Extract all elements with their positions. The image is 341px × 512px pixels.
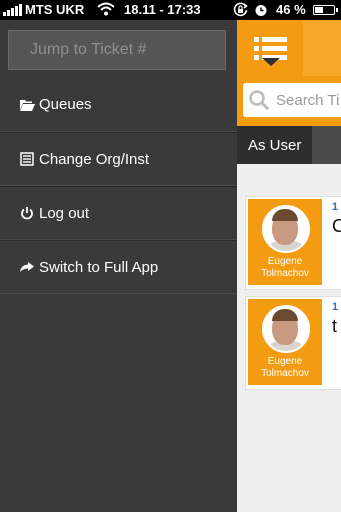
ticket-number: 1 xyxy=(332,301,339,313)
wifi-icon xyxy=(97,2,115,16)
search-placeholder: Search Ti xyxy=(276,92,340,109)
search-icon xyxy=(249,90,270,111)
menu-item-label: Switch to Full App xyxy=(39,258,159,276)
battery-percent: 46 % xyxy=(276,2,306,17)
tab-bar: As User xyxy=(237,126,341,164)
ticket-card[interactable]: Eugene Tolmachov 1 C xyxy=(245,196,341,290)
menu-item-label: Change Org/Inst xyxy=(39,150,150,168)
menu-item-log-out[interactable]: Log out xyxy=(0,186,237,240)
ticket-title: t xyxy=(332,316,338,336)
menu-item-label: Log out xyxy=(39,204,90,222)
alarm-icon xyxy=(255,5,267,16)
menu-item-change-org[interactable]: Change Org/Inst xyxy=(0,132,237,186)
folder-open-icon xyxy=(20,99,35,111)
search-input[interactable]: Search Ti xyxy=(243,83,341,117)
list-icon xyxy=(20,152,34,166)
ticket-number: 1 xyxy=(332,201,339,213)
user-badge: Eugene Tolmachov xyxy=(248,299,322,385)
tab-indicator-arrow xyxy=(262,58,280,66)
tab-as-user[interactable]: As User xyxy=(237,126,312,164)
ticket-title: C xyxy=(332,216,341,236)
top-bar xyxy=(237,20,341,76)
carrier-label: MTS UKR xyxy=(25,2,85,17)
user-name: Eugene Tolmachov xyxy=(261,256,309,279)
menu-toggle-button[interactable] xyxy=(237,20,303,76)
user-badge: Eugene Tolmachov xyxy=(248,199,322,285)
side-menu: Jump to Ticket # Queues Change Org/Inst xyxy=(0,20,237,512)
orientation-lock-icon xyxy=(233,2,248,17)
search-bar: Search Ti xyxy=(237,76,341,126)
ticket-card[interactable]: Eugene Tolmachov 1 t xyxy=(245,296,341,390)
side-menu-list: Queues Change Org/Inst Log out Switch to… xyxy=(0,78,237,294)
menu-item-switch-full-app[interactable]: Switch to Full App xyxy=(0,240,237,294)
menu-item-queues[interactable]: Queues xyxy=(0,78,237,132)
avatar xyxy=(262,305,310,353)
share-arrow-icon xyxy=(20,262,34,272)
user-name: Eugene Tolmachov xyxy=(261,356,309,379)
status-bar: MTS UKR 18.11 - 17:33 46 % xyxy=(0,0,341,20)
main-panel: Search Ti As User Eugene Tolmachov 1 C E… xyxy=(237,20,341,512)
signal-icon xyxy=(3,4,22,16)
menu-item-label: Queues xyxy=(39,96,92,113)
battery-icon xyxy=(313,5,338,15)
clock-time: 18.11 - 17:33 xyxy=(124,2,201,17)
avatar xyxy=(262,205,310,253)
power-icon xyxy=(21,207,33,220)
jump-to-ticket-input[interactable]: Jump to Ticket # xyxy=(8,30,226,70)
